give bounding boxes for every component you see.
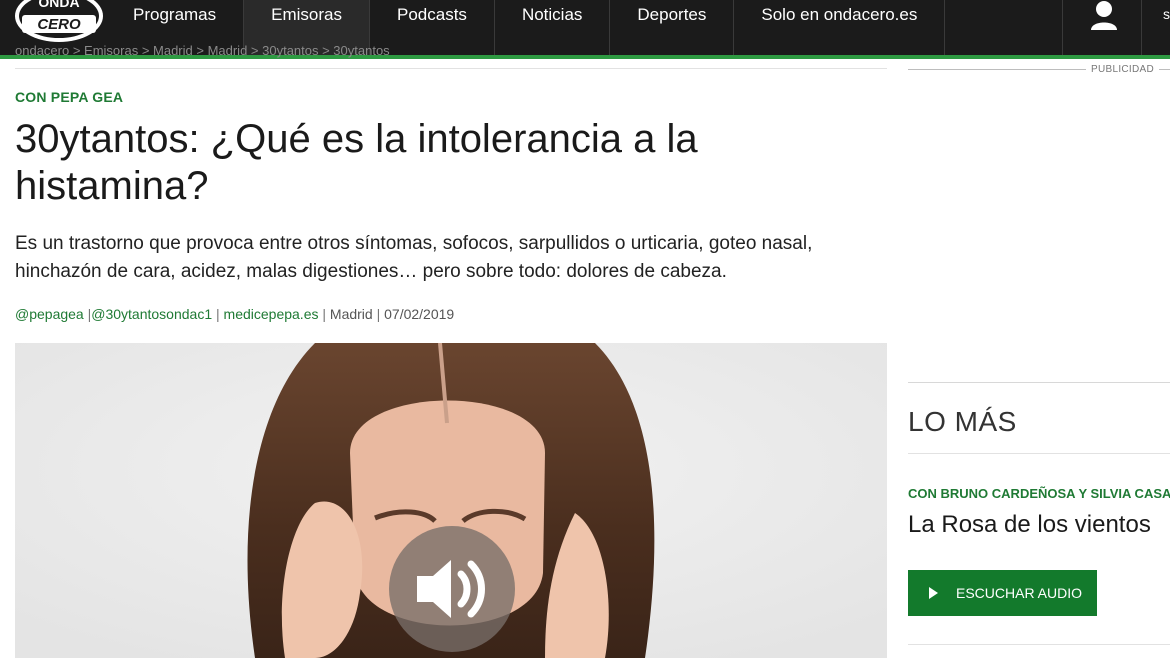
sidebar-divider [908,453,1170,454]
sidebar-divider [908,644,1170,645]
divider [15,68,887,69]
ad-label: PUBLICIDAD [1086,64,1160,75]
sidebar-divider [908,382,1170,383]
breadcrumb[interactable]: ondacero > Emisoras > Madrid > Madrid > … [15,44,475,58]
article-kicker[interactable]: CON PEPA GEA [15,89,123,105]
article-location: Madrid [329,306,373,322]
play-icon [929,587,938,599]
svg-text:CERO: CERO [37,16,81,33]
author-link-pepagea[interactable]: @pepagea [15,306,84,322]
svg-text:ONDA: ONDA [38,0,79,10]
article-subtitle: Es un trastorno que provoca entre otros … [15,233,813,282]
nav-overflow-text[interactable]: s [1163,6,1170,22]
nav-item-noticias[interactable]: Noticias [495,0,611,55]
author-link-30ytantos[interactable]: @30ytantosondac1 [91,306,212,322]
user-account-button[interactable] [1062,0,1142,55]
most-read-heading: LO MÁS [908,406,1017,437]
author-link-medicepepa[interactable]: medicepepa.es [224,306,319,322]
ondacero-logo[interactable]: ONDA CERO [14,0,104,46]
nav-item-solo-en-ondacero[interactable]: Solo en ondacero.es [734,0,946,55]
user-icon [1091,1,1117,30]
listen-audio-label: ESCUCHAR AUDIO [956,585,1083,601]
sidebar-item-title[interactable]: La Rosa de los vientos [908,511,1151,539]
listen-audio-button[interactable]: ESCUCHAR AUDIO [908,570,1097,616]
sidebar-item-kicker[interactable]: CON BRUNO CARDEÑOSA Y SILVIA CASA [908,486,1170,501]
article-meta: @pepagea |@30ytantosondac1 | medicepepa.… [15,306,455,322]
article-headline: 30ytantos: ¿Qué es la intolerancia a la … [15,117,698,208]
article-date: 07/02/2019 [384,306,455,322]
speaker-icon [417,560,485,618]
nav-item-deportes[interactable]: Deportes [610,0,735,55]
audio-play-button[interactable] [389,526,515,652]
